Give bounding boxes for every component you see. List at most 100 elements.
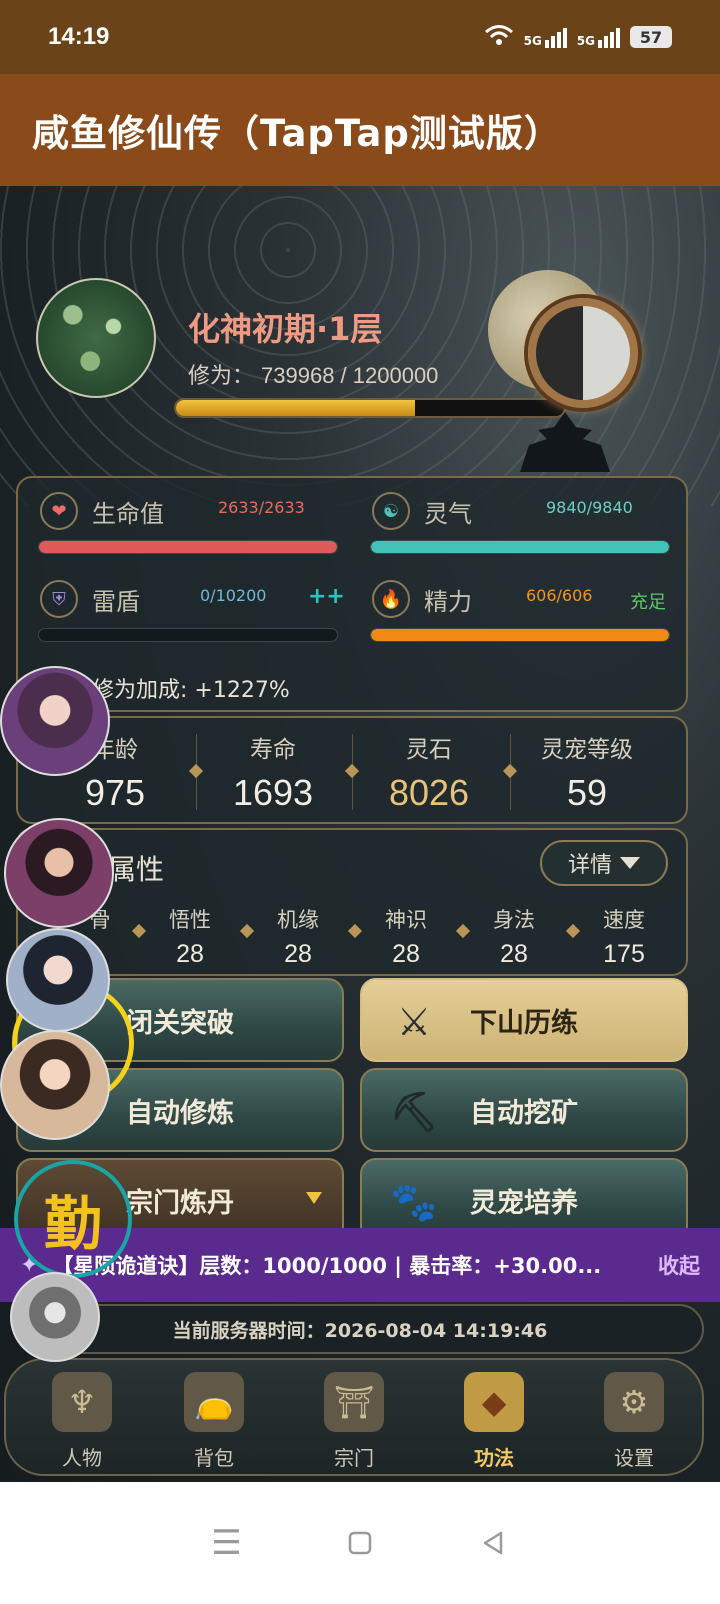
back-icon[interactable] [473, 1523, 513, 1563]
tab-character[interactable]: ♆ 人物 [22, 1368, 142, 1472]
gear-icon: ⚙ [604, 1372, 664, 1432]
shield-icon: ⛨ [40, 580, 78, 618]
floating-avatar[interactable] [6, 928, 110, 1032]
breakthrough-label: 闭关突破 [126, 1007, 234, 1039]
hp-label: 生命值 [92, 499, 164, 528]
auto-mine-button[interactable]: ⛏ 自动挖矿 [360, 1068, 688, 1152]
shield-add-button[interactable]: ++ [308, 584, 345, 609]
pickaxe-icon: ⛏ [389, 1089, 439, 1134]
app-title: 咸鱼修仙传（TapTap测试版） [32, 112, 562, 155]
attributes-panel: 属性 详情 骨 悟性 28 机缘 28 神识 28 身法 28 速度 175 [16, 828, 688, 976]
cultivation-text: 修为： 739968 / 1200000 [188, 358, 438, 390]
age-value: 975 [84, 772, 146, 813]
status-icons: 5G 5G 57 [484, 24, 672, 50]
hp-value: 2633/2633 [218, 498, 305, 517]
auto-cultivate-label: 自动修炼 [126, 1097, 234, 1129]
bag-icon: 👝 [184, 1372, 244, 1432]
player-avatar[interactable] [36, 278, 156, 398]
hp-bar-fill [39, 541, 337, 553]
realm-title: 化神初期·1层 [188, 310, 383, 348]
floating-avatar[interactable] [10, 1272, 100, 1362]
lifespan-value: 1693 [232, 772, 314, 813]
energy-status: 充足 [630, 592, 666, 613]
heart-icon: ❤ [40, 492, 78, 530]
collapse-button[interactable]: 收起 [658, 1250, 700, 1280]
tab-settings[interactable]: ⚙ 设置 [574, 1368, 694, 1472]
warrior-icon: ⚔ [396, 1000, 432, 1044]
cultivation-label: 修为： [188, 364, 255, 389]
signal-1-icon: 5G [524, 26, 567, 48]
caret-down-icon [306, 1192, 322, 1204]
floating-avatar[interactable] [0, 1030, 110, 1140]
details-button[interactable]: 详情 [540, 840, 668, 886]
hp-bar [38, 540, 338, 554]
buff-text: 【星陨诡道诀】层数：1000/1000 | 暴击率：+30.00... [52, 1254, 602, 1278]
menu-icon[interactable]: ☰ [207, 1523, 247, 1563]
lifespan-label: 寿命 [250, 737, 296, 763]
cultivation-progress-bar [174, 398, 566, 418]
qi-stat: ☯ 灵气 [372, 492, 472, 530]
lifespan-cell: 寿命 1693 [198, 730, 348, 814]
home-icon[interactable] [340, 1523, 380, 1563]
tab-bag[interactable]: 👝 背包 [154, 1368, 274, 1472]
energy-value: 606/606 [526, 586, 593, 605]
attribute-spirit-sense: 神识 28 [385, 908, 427, 968]
scroll-icon: ◆ [464, 1372, 524, 1432]
pet-training-label: 灵宠培养 [470, 1187, 578, 1219]
spirit-stone-label: 灵石 [406, 737, 452, 763]
qi-icon: ☯ [372, 492, 410, 530]
pet-level-label: 灵宠等级 [541, 737, 633, 763]
wifi-icon [484, 24, 514, 50]
info-panel: 年龄 975 寿命 1693 灵石 8026 灵宠等级 59 [16, 716, 688, 824]
spirit-stone-cell: 灵石 8026 [354, 730, 504, 814]
tab-sect[interactable]: ⛩ 宗门 [294, 1368, 414, 1472]
cultivation-bonus: 修为加成: +1227% [92, 678, 290, 703]
energy-label: 精力 [424, 587, 472, 616]
paw-icon: 🐾 [390, 1179, 438, 1224]
auto-mine-label: 自动挖矿 [470, 1097, 578, 1129]
qi-bar-fill [371, 541, 669, 553]
attribute-speed: 速度 175 [603, 908, 645, 968]
energy-bar-fill [371, 629, 669, 641]
qi-bar [370, 540, 670, 554]
yinyang-icon[interactable] [528, 298, 638, 408]
shield-label: 雷盾 [92, 587, 140, 616]
energy-stat: 🔥 精力 [372, 580, 472, 618]
diligence-badge[interactable]: 勤 [14, 1160, 132, 1278]
attribute-agility: 身法 28 [493, 908, 535, 968]
attribute-comprehension: 悟性 28 [169, 908, 211, 968]
hp-stat: ❤ 生命值 [40, 492, 164, 530]
character-icon: ♆ [52, 1372, 112, 1432]
pet-level-cell: 灵宠等级 59 [512, 730, 662, 814]
app-bar: 咸鱼修仙传（TapTap测试版） [0, 74, 720, 186]
qi-label: 灵气 [424, 499, 472, 528]
stats-panel: ❤ 生命值 2633/2633 ☯ 灵气 9840/9840 ⛨ 雷盾 0/10… [16, 476, 688, 712]
server-time: 当前服务器时间：2026-08-04 14:19:46 [16, 1304, 704, 1354]
floating-avatar[interactable] [0, 666, 110, 776]
pet-level-value: 59 [566, 772, 608, 813]
adventure-button[interactable]: ⚔ 下山历练 [360, 978, 688, 1062]
details-label: 详情 [567, 853, 612, 878]
spirit-stone-value: 8026 [388, 772, 470, 813]
status-bar: 14:19 5G 5G 57 [0, 0, 720, 74]
clock: 14:19 [48, 23, 110, 50]
attribute-fortune: 机缘 28 [277, 908, 319, 968]
fire-icon: 🔥 [372, 580, 410, 618]
sect-alchemy-label: 宗门炼丹 [126, 1187, 234, 1219]
shield-stat: ⛨ 雷盾 [40, 580, 140, 618]
adventure-label: 下山历练 [470, 1007, 578, 1039]
bottom-tab-bar: ♆ 人物 👝 背包 ⛩ 宗门 ◆ 功法 ⚙ 设置 [4, 1358, 704, 1476]
qi-value: 9840/9840 [546, 498, 633, 517]
cultivation-value: 739968 / 1200000 [261, 363, 439, 388]
tab-techniques[interactable]: ◆ 功法 [434, 1368, 554, 1472]
cultivation-progress-fill [176, 400, 416, 416]
floating-avatar[interactable] [4, 818, 114, 928]
shield-value: 0/10200 [200, 586, 267, 605]
shield-bar [38, 628, 338, 642]
energy-bar [370, 628, 670, 642]
chevron-down-icon [620, 857, 640, 869]
system-nav-bar: ☰ [0, 1482, 720, 1604]
attributes-title: 属性 [108, 853, 165, 886]
sect-icon: ⛩ [324, 1372, 384, 1432]
battery-icon: 57 [630, 26, 672, 48]
